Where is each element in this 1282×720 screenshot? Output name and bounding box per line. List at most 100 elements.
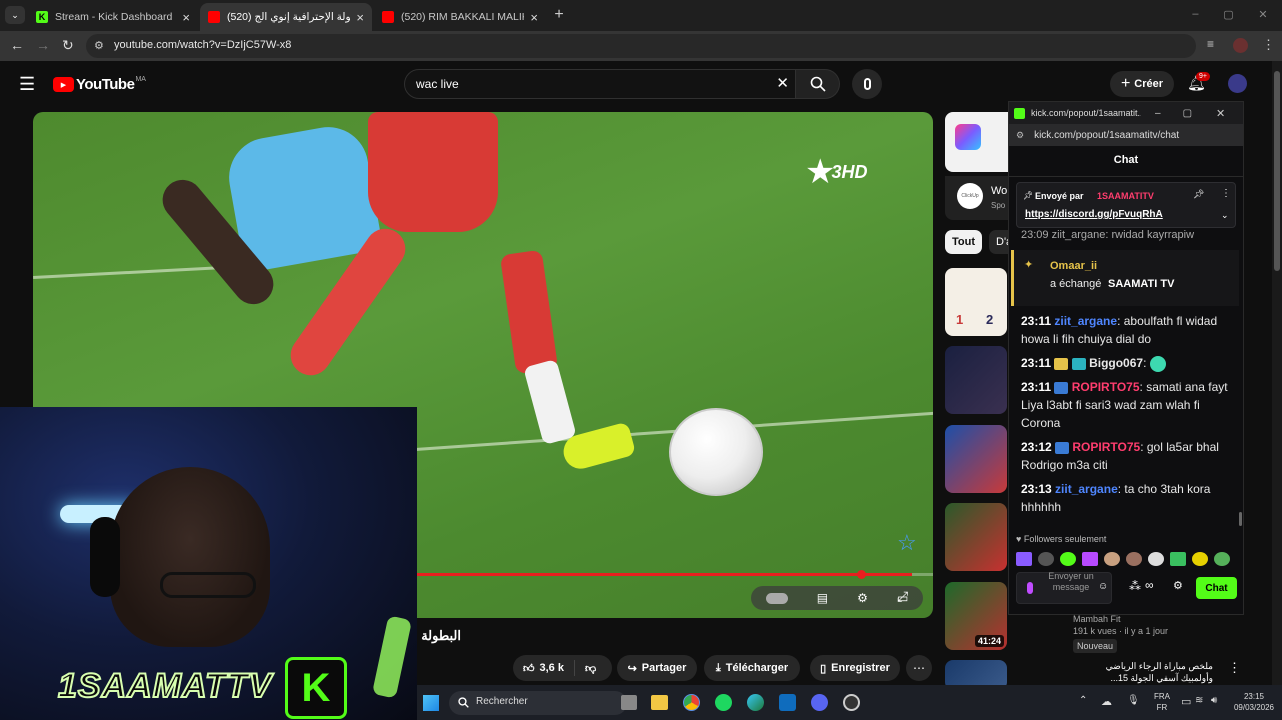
reload-icon[interactable]: ↻ — [62, 37, 74, 54]
clear-search-icon[interactable]: ✕ — [776, 74, 789, 92]
progress-scrubber[interactable] — [857, 570, 866, 579]
emote-icon[interactable] — [1148, 552, 1164, 566]
tab-kick-dashboard[interactable]: K Stream - Kick Dashboard × — [28, 3, 198, 31]
create-button[interactable]: + Créer — [1110, 71, 1174, 97]
pinned-options-icon[interactable]: ⋮ — [1221, 188, 1231, 199]
chat-settings-icon[interactable]: ⚙ — [1173, 579, 1183, 592]
wifi-icon[interactable]: ≋ — [1195, 695, 1203, 706]
close-window-icon[interactable]: ✕ — [1258, 8, 1267, 22]
recommended-thumb-2[interactable] — [945, 346, 1007, 414]
emote-icon[interactable] — [1082, 552, 1098, 566]
progress-bar[interactable] — [417, 573, 933, 576]
display-icon[interactable]: ▭ — [1181, 695, 1191, 708]
spotify-icon[interactable] — [715, 694, 732, 711]
emoji-picker-icon[interactable]: ☺ — [1098, 581, 1108, 592]
download-button[interactable]: ⤓ Télécharger — [704, 655, 800, 681]
minimize-icon[interactable]: – — [1192, 8, 1198, 22]
settings-gear-icon[interactable]: ⚙ — [857, 591, 868, 605]
expand-chevron-icon[interactable]: ⌄ — [1221, 210, 1229, 221]
mic-tray-icon[interactable]: 🎙︎ — [1127, 695, 1140, 706]
chat-scrollbar[interactable] — [1239, 512, 1242, 526]
forward-icon[interactable]: → — [36, 37, 50, 53]
address-bar[interactable]: ⚙ youtube.com/watch?v=DzIjC57W-x8 — [86, 34, 1196, 58]
pinned-link[interactable]: https://discord.gg/pFvuqRhA — [1025, 209, 1163, 220]
maximize-icon[interactable]: ▢ — [1183, 108, 1192, 119]
chat-username[interactable]: ROPIRTO75 — [1072, 380, 1140, 394]
discord-icon[interactable] — [811, 694, 828, 711]
keyboard-language[interactable]: FRA FR — [1150, 691, 1174, 713]
chrome-icon[interactable] — [683, 694, 700, 711]
autoplay-toggle[interactable] — [765, 592, 788, 604]
chat-username[interactable]: ziit_argane — [1055, 482, 1118, 496]
tab-youtube-botola[interactable]: (520) البطولة الإحترافية إنوي الج × — [200, 3, 372, 31]
maximize-icon[interactable]: ▢ — [1223, 8, 1233, 22]
recommended-thumb-5[interactable]: 41:24 — [945, 582, 1007, 650]
file-explorer-icon[interactable] — [651, 695, 668, 710]
emote-icon[interactable] — [1170, 552, 1186, 566]
more-options-icon[interactable]: ⋮ — [1228, 660, 1241, 676]
emote-icon[interactable] — [1016, 552, 1032, 566]
recommended-thumb-4[interactable] — [945, 503, 1007, 571]
pinned-message[interactable]: 📌︎ Envoyé par 1SAAMATITV 📌︎ ⋮ https://di… — [1016, 182, 1236, 228]
edge-icon[interactable] — [747, 694, 764, 711]
hamburger-menu-icon[interactable]: ☰ — [19, 74, 35, 95]
popout-url-bar[interactable]: ⚙ kick.com/popout/1saamatitv/chat — [1009, 124, 1243, 146]
emote-icon[interactable] — [1060, 552, 1076, 566]
system-clock[interactable]: 23:15 09/03/2026 — [1229, 691, 1279, 713]
close-icon[interactable]: ✕ — [1216, 107, 1225, 120]
browser-menu-icon[interactable]: ⋮ — [1262, 37, 1275, 53]
chat-username[interactable]: ROPIRTO75 — [1072, 440, 1140, 454]
recommended-thumb-1[interactable]: 1 2 — [945, 268, 1007, 336]
minimize-icon[interactable]: – — [1155, 108, 1161, 119]
chat-send-button[interactable]: Chat — [1196, 577, 1237, 599]
store-icon[interactable] — [779, 694, 796, 711]
youtube-logo[interactable]: ▶ YouTube MA — [53, 76, 146, 93]
emote-icon[interactable] — [1038, 552, 1054, 566]
reading-list-icon[interactable]: ≡ — [1207, 37, 1214, 51]
search-input[interactable]: wac live ✕ — [404, 69, 796, 99]
mic-icon[interactable] — [1027, 582, 1033, 594]
voice-search-button[interactable] — [852, 69, 882, 99]
more-actions-button[interactable]: ⋯ — [906, 655, 932, 681]
new-tab-icon[interactable]: + — [551, 6, 567, 23]
like-button[interactable]: 👍︎ 3,6 k — [513, 660, 575, 676]
tab-close-icon[interactable]: × — [530, 10, 538, 25]
emote-icon[interactable] — [1104, 552, 1120, 566]
recommended-meta-5[interactable]: Mambah Fit 191 k vues · il y a 1 jour No… — [1073, 614, 1243, 653]
chat-username[interactable]: Biggo067 — [1089, 356, 1143, 370]
notifications-button[interactable]: 🔔︎ 9+ — [1187, 72, 1210, 92]
chat-input[interactable]: Envoyer un message ☺ — [1016, 571, 1112, 604]
share-button[interactable]: ↪ Partager — [617, 655, 697, 681]
back-icon[interactable]: ← — [10, 37, 24, 53]
obs-icon[interactable] — [843, 694, 860, 711]
tab-youtube-rim[interactable]: (520) RIM BAKKALI MALIKNA H × — [374, 3, 546, 31]
tray-chevron-icon[interactable]: ⌃ — [1079, 695, 1087, 706]
tab-close-icon[interactable]: × — [356, 10, 364, 25]
emote-icon[interactable] — [1126, 552, 1142, 566]
save-button[interactable]: ▯ Enregistrer — [810, 655, 900, 681]
fullscreen-icon[interactable]: ⤢ — [897, 588, 908, 605]
recommended-thumb-3[interactable] — [945, 425, 1007, 493]
subtitles-icon[interactable]: ▤ — [817, 591, 828, 605]
ad-info[interactable]: ClickUp Wo Spo — [945, 176, 1011, 220]
redeem-user[interactable]: Omaar_ii — [1050, 260, 1097, 272]
unpin-icon[interactable]: 📌︎ — [1193, 189, 1204, 200]
site-info-icon[interactable]: ⚙ — [94, 39, 104, 52]
emote-icon[interactable] — [1214, 552, 1230, 566]
account-avatar[interactable] — [1228, 74, 1247, 93]
search-button[interactable] — [796, 69, 840, 99]
ad-banner[interactable] — [945, 112, 1011, 172]
profile-avatar[interactable] — [1233, 38, 1248, 53]
filter-chip-all[interactable]: Tout — [945, 230, 982, 254]
windows-start-icon[interactable] — [423, 695, 439, 711]
page-scrollbar[interactable] — [1272, 61, 1282, 720]
taskbar-search[interactable]: Rechercher — [449, 691, 627, 715]
dislike-button[interactable]: 👎︎ — [575, 662, 606, 675]
tab-close-icon[interactable]: × — [182, 10, 190, 25]
emote-icon[interactable] — [1192, 552, 1208, 566]
chat-username[interactable]: ziit_argane — [1054, 314, 1117, 328]
onedrive-icon[interactable]: ☁ — [1101, 695, 1112, 708]
infinity-icon[interactable]: ∞ — [1145, 578, 1154, 592]
tab-list-button[interactable]: ⌄ — [5, 6, 25, 24]
points-icon[interactable]: ⁂ — [1129, 579, 1141, 593]
